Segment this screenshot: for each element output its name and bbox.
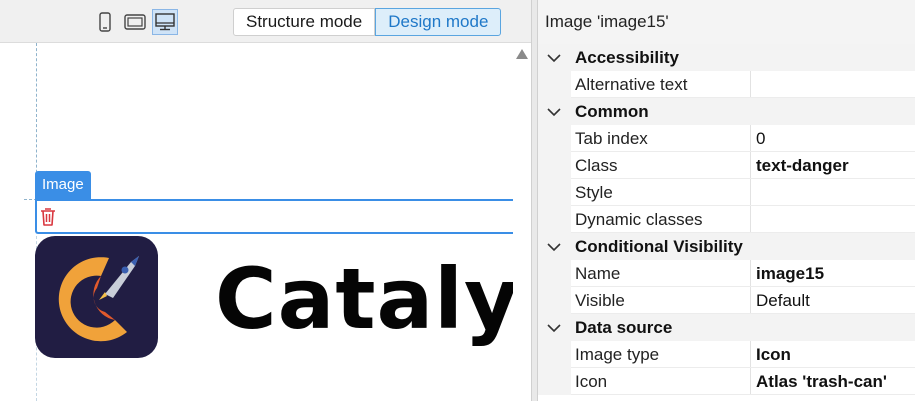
design-canvas[interactable]: Structure mode Design mode Image Catalys — [0, 0, 570, 401]
category-label: Accessibility — [575, 48, 679, 67]
property-row[interactable]: Icon Atlas 'trash-can' — [538, 368, 915, 395]
canvas-scroll-track[interactable] — [513, 43, 531, 401]
row-gutter — [538, 368, 571, 395]
selected-widget-tag[interactable]: Image — [35, 171, 91, 199]
property-row[interactable]: Visible Default — [538, 287, 915, 314]
property-row[interactable]: Tab index 0 — [538, 125, 915, 152]
scroll-up-icon[interactable] — [515, 48, 529, 60]
canvas-toolbar: Structure mode Design mode — [0, 0, 531, 43]
phone-icon — [99, 12, 111, 32]
property-name: Name — [575, 260, 751, 286]
category-data-source[interactable]: Data source — [538, 314, 915, 341]
property-name: Dynamic classes — [575, 206, 751, 232]
catalyst-logo — [35, 236, 158, 358]
category-accessibility[interactable]: Accessibility — [538, 44, 915, 71]
properties-pane: Image 'image15' Accessibility Alternativ… — [538, 0, 915, 401]
chevron-down-icon — [547, 243, 561, 252]
property-row[interactable]: Name image15 — [538, 260, 915, 287]
property-name: Alternative text — [575, 71, 751, 97]
desktop-view-button[interactable] — [152, 9, 178, 35]
property-name: Class — [575, 152, 751, 178]
properties-title: Image 'image15' — [538, 0, 915, 44]
property-name: Image type — [575, 341, 751, 367]
selected-image-widget[interactable] — [35, 199, 520, 234]
property-value[interactable]: Atlas 'trash-can' — [756, 368, 887, 395]
tablet-icon — [124, 14, 146, 30]
chevron-down-icon — [547, 324, 561, 333]
property-row[interactable]: Style — [538, 179, 915, 206]
chevron-down-icon — [547, 54, 561, 63]
property-value[interactable]: Default — [756, 287, 810, 314]
row-gutter — [538, 125, 571, 152]
tablet-view-button[interactable] — [122, 9, 148, 35]
category-label: Common — [575, 102, 649, 121]
row-gutter — [538, 341, 571, 368]
property-row[interactable]: Alternative text — [538, 71, 915, 98]
property-value[interactable]: 0 — [756, 125, 765, 152]
pane-splitter[interactable] — [531, 0, 538, 401]
chevron-down-icon — [547, 108, 561, 117]
property-value[interactable]: text-danger — [756, 152, 849, 179]
phone-view-button[interactable] — [92, 9, 118, 35]
structure-mode-button[interactable]: Structure mode — [233, 8, 376, 36]
property-value[interactable]: image15 — [756, 260, 824, 287]
property-row[interactable]: Dynamic classes — [538, 206, 915, 233]
row-gutter — [538, 152, 571, 179]
category-label: Conditional Visibility — [575, 237, 743, 256]
property-name: Visible — [575, 287, 751, 313]
category-label: Data source — [575, 318, 673, 337]
desktop-icon — [155, 13, 175, 31]
property-value[interactable]: Icon — [756, 341, 791, 368]
row-gutter — [538, 206, 571, 233]
category-conditional-visibility[interactable]: Conditional Visibility — [538, 233, 915, 260]
property-name: Tab index — [575, 125, 751, 151]
trash-can-icon — [41, 208, 55, 226]
row-gutter — [538, 179, 571, 206]
row-gutter — [538, 260, 571, 287]
category-common[interactable]: Common — [538, 98, 915, 125]
property-name: Style — [575, 179, 751, 205]
design-mode-button[interactable]: Design mode — [375, 8, 502, 36]
row-gutter — [538, 287, 571, 314]
property-name: Icon — [575, 368, 751, 394]
property-row[interactable]: Image type Icon — [538, 341, 915, 368]
row-gutter — [538, 71, 571, 98]
mode-switch: Structure mode Design mode — [233, 8, 502, 36]
property-row[interactable]: Class text-danger — [538, 152, 915, 179]
